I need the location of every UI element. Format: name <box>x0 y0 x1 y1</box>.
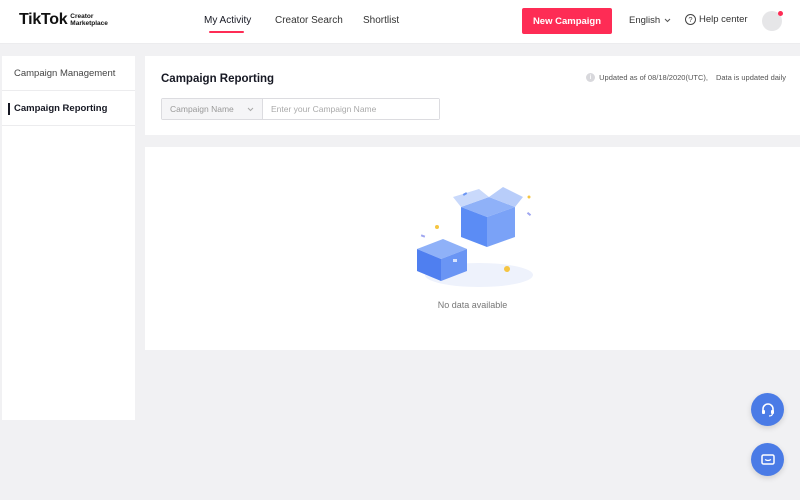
help-icon: ? <box>685 14 696 25</box>
help-center-link[interactable]: ? Help center <box>685 14 748 25</box>
sidebar-item-label: Campaign Management <box>14 67 116 79</box>
notification-dot <box>778 11 783 16</box>
page-title: Campaign Reporting <box>161 73 275 85</box>
sidebar-item-campaign-reporting[interactable]: Campaign Reporting <box>2 91 135 126</box>
new-campaign-button[interactable]: New Campaign <box>522 8 612 34</box>
logo-wordmark: TikTok <box>19 11 68 28</box>
search-type-select[interactable]: Campaign Name <box>162 99 263 119</box>
chevron-down-icon <box>664 18 671 23</box>
empty-boxes-illustration <box>417 187 533 287</box>
updated-note: Data is updated daily <box>715 73 786 82</box>
support-button[interactable] <box>751 393 784 426</box>
chat-icon <box>760 453 775 465</box>
update-status: i Updated as of 08/18/2020(UTC), Data is… <box>586 73 786 82</box>
reporting-results-card: No data available <box>145 147 800 350</box>
info-icon: i <box>586 73 596 82</box>
logo[interactable]: TikTok Creator Marketplace <box>19 11 108 29</box>
chevron-down-icon <box>247 107 254 111</box>
language-label: English <box>629 15 661 26</box>
sidebar-item-label: Campaign Reporting <box>14 102 108 114</box>
logo-subtitle-line2: Marketplace <box>70 20 108 27</box>
top-bar: TikTok Creator Marketplace My Activity C… <box>0 0 800 44</box>
campaign-search: Campaign Name <box>161 98 440 120</box>
language-selector[interactable]: English <box>629 15 671 26</box>
search-type-value: Campaign Name <box>170 104 234 114</box>
sidebar-item-campaign-management[interactable]: Campaign Management <box>2 56 135 91</box>
logo-subtitle: Creator Marketplace <box>70 13 108 27</box>
headset-icon <box>761 402 774 417</box>
sidebar-active-indicator <box>8 103 10 115</box>
nav-active-indicator <box>209 31 244 33</box>
empty-state-text: No data available <box>437 300 508 310</box>
reporting-header-card: Campaign Reporting i Updated as of 08/18… <box>145 56 800 135</box>
nav-shortlist[interactable]: Shortlist <box>363 15 399 26</box>
help-center-label: Help center <box>699 14 748 25</box>
chat-button[interactable] <box>751 443 784 476</box>
sidebar: Campaign Management Campaign Reporting <box>2 56 135 420</box>
nav-my-activity[interactable]: My Activity <box>204 15 251 26</box>
nav-creator-search[interactable]: Creator Search <box>275 15 343 26</box>
campaign-name-input[interactable] <box>263 99 439 119</box>
logo-subtitle-line1: Creator <box>70 13 94 20</box>
updated-text: Updated as of 08/18/2020(UTC), <box>599 73 708 82</box>
